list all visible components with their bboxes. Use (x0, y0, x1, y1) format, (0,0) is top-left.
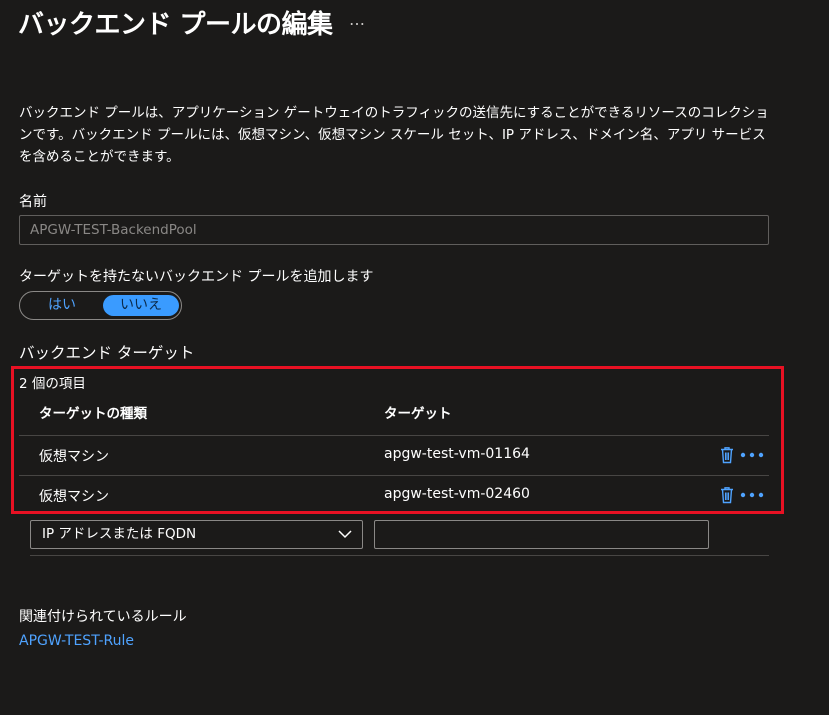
row-2-type: 仮想マシン (39, 489, 109, 505)
more-horizontal-icon[interactable] (740, 452, 764, 458)
column-header-target: ターゲット (384, 406, 452, 422)
toggle-option-no[interactable]: いいえ (103, 295, 179, 316)
item-count: 2 個の項目 (19, 376, 86, 392)
no-target-toggle-label: ターゲットを持たないバックエンド プールを追加します (19, 269, 374, 285)
row-divider (19, 435, 769, 436)
associated-rule-link[interactable]: APGW-TEST-Rule (19, 633, 134, 649)
backend-targets-title: バックエンド ターゲット (19, 344, 195, 362)
more-horizontal-icon[interactable] (740, 492, 764, 498)
name-label: 名前 (19, 194, 47, 210)
chevron-down-icon (338, 530, 352, 539)
row-2-target: apgw-test-vm-02460 (384, 486, 530, 502)
no-target-toggle: はい いいえ (19, 291, 182, 320)
associated-rules-label: 関連付けられているルール (19, 609, 187, 625)
target-input[interactable] (374, 520, 709, 549)
page-title: バックエンド プールの編集 (18, 10, 333, 40)
edit-backend-pool-page: バックエンド プールの編集 … バックエンド プールは、アプリケーション ゲート… (0, 0, 829, 715)
row-1-target: apgw-test-vm-01164 (384, 446, 530, 462)
row-divider (19, 475, 769, 476)
more-options-icon[interactable]: … (349, 10, 366, 29)
row-1-type: 仮想マシン (39, 449, 109, 465)
description-text: バックエンド プールは、アプリケーション ゲートウェイのトラフィックの送信先にす… (19, 105, 769, 165)
trash-icon[interactable] (719, 486, 735, 504)
target-type-select[interactable]: IP アドレスまたは FQDN (30, 520, 363, 549)
row-divider (30, 555, 769, 556)
column-header-target-type: ターゲットの種類 (39, 406, 147, 422)
target-type-select-value: IP アドレスまたは FQDN (42, 526, 197, 542)
name-field[interactable]: APGW-TEST-BackendPool (19, 215, 769, 245)
toggle-option-yes[interactable]: はい (24, 295, 100, 316)
trash-icon[interactable] (719, 446, 735, 464)
